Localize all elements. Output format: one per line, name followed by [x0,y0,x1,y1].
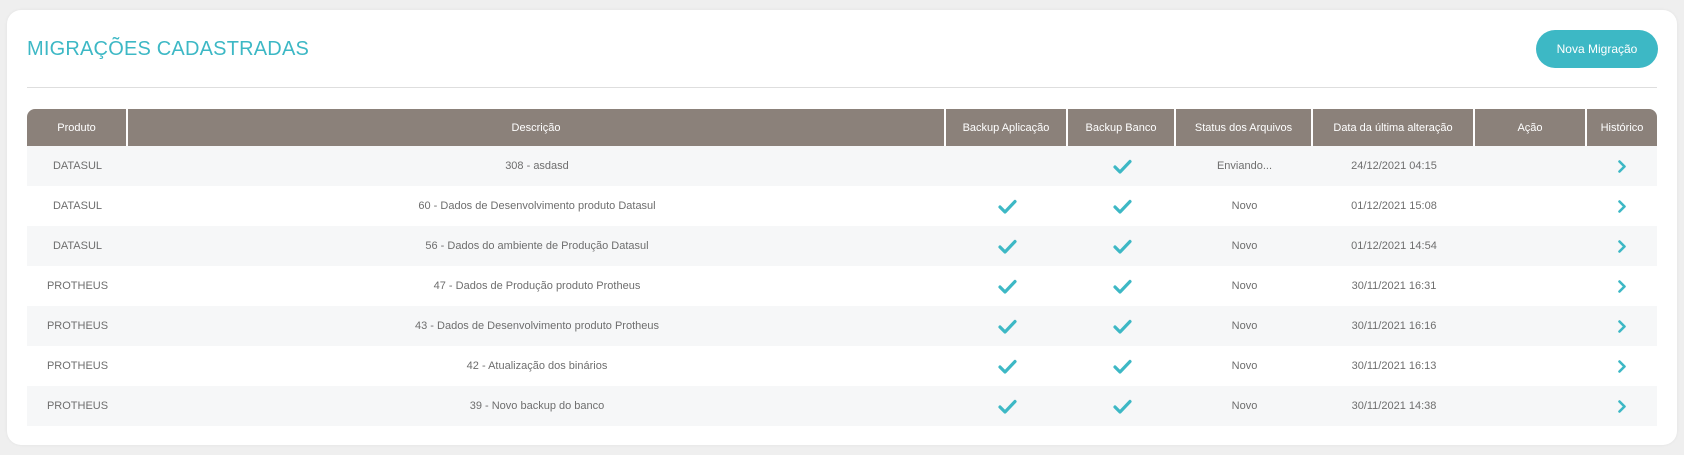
column-header-descricao: Descrição [128,109,946,146]
cell-descricao: 47 - Dados de Produção produto Protheus [128,266,946,306]
check-icon [997,319,1017,334]
migrations-table: Produto Descrição Backup Aplicação Backu… [27,109,1657,426]
chevron-right-icon[interactable] [1617,159,1627,173]
table-header-row: Produto Descrição Backup Aplicação Backu… [27,109,1657,146]
page-title: MIGRAÇÕES CADASTRADAS [27,38,310,60]
check-icon [997,399,1017,414]
check-icon [1112,319,1132,334]
cell-backup-aplicacao [946,226,1068,266]
cell-status: Novo [1176,306,1313,346]
cell-historico [1587,386,1657,426]
cell-descricao: 60 - Dados de Desenvolvimento produto Da… [128,186,946,226]
cell-data: 30/11/2021 16:13 [1313,346,1475,386]
cell-data: 01/12/2021 14:54 [1313,226,1475,266]
cell-produto: DATASUL [27,186,128,226]
cell-descricao: 43 - Dados de Desenvolvimento produto Pr… [128,306,946,346]
table-row: PROTHEUS 43 - Dados de Desenvolvimento pr… [27,306,1657,346]
check-icon [997,359,1017,374]
check-icon [1112,279,1132,294]
chevron-right-icon[interactable] [1617,399,1627,413]
cell-historico [1587,266,1657,306]
table-row: DATASUL 56 - Dados do ambiente de Produçã… [27,226,1657,266]
column-header-historico: Histórico [1587,109,1657,146]
cell-backup-aplicacao [946,386,1068,426]
chevron-right-icon[interactable] [1617,319,1627,333]
column-header-produto: Produto [27,109,128,146]
chevron-right-icon[interactable] [1617,279,1627,293]
cell-descricao: 39 - Novo backup do banco [128,386,946,426]
divider [27,87,1657,88]
cell-backup-aplicacao [946,306,1068,346]
column-header-backup-banco: Backup Banco [1068,109,1176,146]
cell-descricao: 56 - Dados do ambiente de Produção Datas… [128,226,946,266]
cell-acao [1475,346,1587,386]
column-header-backup-aplicacao: Backup Aplicação [946,109,1068,146]
cell-backup-aplicacao [946,186,1068,226]
cell-backup-banco [1068,306,1176,346]
column-header-data: Data da última alteração [1313,109,1475,146]
cell-backup-banco [1068,146,1176,186]
cell-backup-banco [1068,226,1176,266]
cell-descricao: 42 - Atualização dos binários [128,346,946,386]
cell-status: Novo [1176,346,1313,386]
table-row: PROTHEUS 42 - Atualização dos binários Nov… [27,346,1657,386]
cell-acao [1475,386,1587,426]
cell-historico [1587,186,1657,226]
cell-status: Novo [1176,186,1313,226]
new-migration-button[interactable]: Nova Migração [1536,30,1658,68]
cell-produto: PROTHEUS [27,266,128,306]
column-header-status: Status dos Arquivos [1176,109,1313,146]
check-icon [997,239,1017,254]
cell-status: Novo [1176,226,1313,266]
cell-status: Enviando... [1176,146,1313,186]
cell-data: 30/11/2021 14:38 [1313,386,1475,426]
check-icon [1112,239,1132,254]
cell-produto: PROTHEUS [27,386,128,426]
cell-produto: DATASUL [27,146,128,186]
cell-acao [1475,146,1587,186]
check-icon [997,279,1017,294]
cell-historico [1587,346,1657,386]
cell-backup-banco [1068,386,1176,426]
cell-acao [1475,306,1587,346]
cell-data: 24/12/2021 04:15 [1313,146,1475,186]
check-icon [997,199,1017,214]
table-row: PROTHEUS 39 - Novo backup do banco Novo 30/… [27,386,1657,426]
migrations-card: MIGRAÇÕES CADASTRADAS Nova Migração Prod… [7,10,1677,445]
check-icon [1112,359,1132,374]
chevron-right-icon[interactable] [1617,199,1627,213]
cell-descricao: 308 - asdasd [128,146,946,186]
cell-backup-banco [1068,266,1176,306]
cell-backup-banco [1068,346,1176,386]
table-row: PROTHEUS 47 - Dados de Produção produto P… [27,266,1657,306]
cell-produto: DATASUL [27,226,128,266]
chevron-right-icon[interactable] [1617,239,1627,253]
cell-status: Novo [1176,266,1313,306]
check-icon [1112,159,1132,174]
cell-produto: PROTHEUS [27,306,128,346]
cell-status: Novo [1176,386,1313,426]
cell-produto: PROTHEUS [27,346,128,386]
cell-acao [1475,226,1587,266]
table-row: DATASUL 60 - Dados de Desenvolvimento pro… [27,186,1657,226]
chevron-right-icon[interactable] [1617,359,1627,373]
cell-acao [1475,266,1587,306]
table-row: DATASUL 308 - asdasd Enviando... 24/12/2021… [27,146,1657,186]
check-icon [1112,399,1132,414]
cell-historico [1587,306,1657,346]
cell-backup-aplicacao [946,346,1068,386]
table-body: DATASUL 308 - asdasd Enviando... 24/12/2021… [27,146,1657,426]
cell-backup-aplicacao [946,146,1068,186]
check-icon [1112,199,1132,214]
cell-data: 30/11/2021 16:16 [1313,306,1475,346]
cell-backup-aplicacao [946,266,1068,306]
cell-historico [1587,146,1657,186]
cell-acao [1475,186,1587,226]
cell-data: 01/12/2021 15:08 [1313,186,1475,226]
cell-historico [1587,226,1657,266]
column-header-acao: Ação [1475,109,1587,146]
cell-backup-banco [1068,186,1176,226]
cell-data: 30/11/2021 16:31 [1313,266,1475,306]
